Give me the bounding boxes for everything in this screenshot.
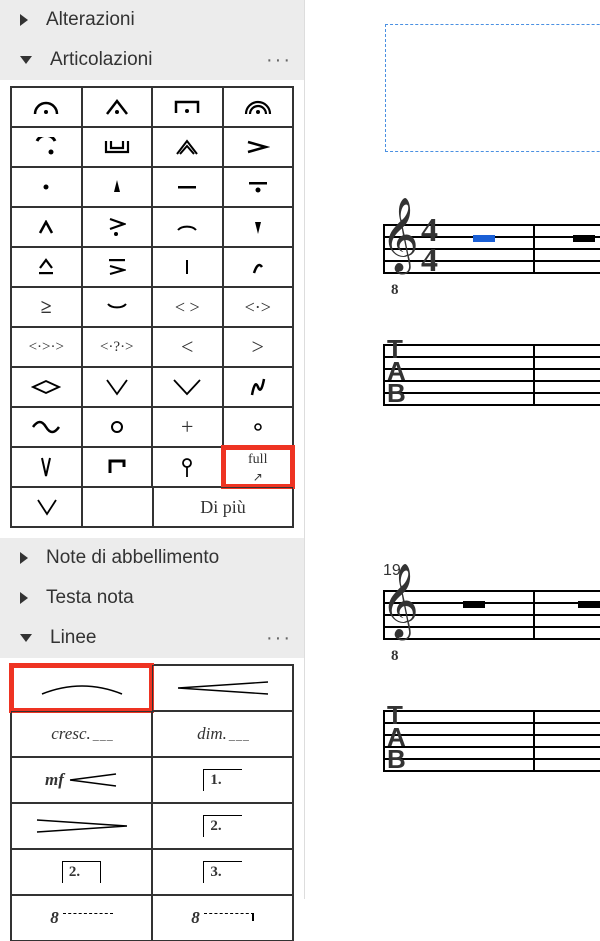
volta-3-icon[interactable]: 3. xyxy=(152,849,293,895)
sine-small-icon[interactable] xyxy=(223,367,294,407)
empty-cell xyxy=(82,487,153,527)
treble-clef-icon: 𝄞 xyxy=(381,564,419,638)
marcato-staccato-icon[interactable] xyxy=(82,207,153,247)
crescendo-hairpin-icon[interactable] xyxy=(152,665,293,711)
plus-icon[interactable]: + xyxy=(152,407,223,447)
bracket-shape-icon[interactable] xyxy=(82,447,153,487)
tenuto-icon[interactable] xyxy=(152,167,223,207)
diamond-angle-icon[interactable]: <·?·> xyxy=(82,327,153,367)
volta-1-icon[interactable]: 1. xyxy=(152,757,293,803)
chevron-down-icon xyxy=(20,634,32,642)
very-long-fermata-icon[interactable] xyxy=(223,87,294,127)
down-v-plain-icon[interactable] xyxy=(11,487,82,527)
soft-accent-icon[interactable] xyxy=(152,207,223,247)
whole-rest[interactable] xyxy=(573,235,595,242)
palette-sidebar: Alterazioni Articolazioni ··· xyxy=(0,0,305,899)
double-diamond-icon[interactable]: <·>·> xyxy=(11,327,82,367)
clef-octave-8: 8 xyxy=(391,648,399,665)
less-than-icon[interactable]: < xyxy=(152,327,223,367)
section-articolazioni[interactable]: Articolazioni ··· xyxy=(0,40,304,80)
down-v-icon[interactable] xyxy=(82,367,153,407)
section-title: Note di abbellimento xyxy=(46,547,296,569)
down-v-wide-icon[interactable] xyxy=(152,367,223,407)
score-canvas[interactable]: 𝄞 8 44 TAB 19 𝄞 8 xyxy=(305,0,600,899)
whole-rest-selected[interactable] xyxy=(473,235,495,242)
tab-clef: TAB xyxy=(387,704,406,770)
long-fermata-icon[interactable] xyxy=(152,87,223,127)
diamond-open-icon[interactable]: < > xyxy=(152,287,223,327)
staccato-icon[interactable] xyxy=(11,167,82,207)
portato-icon[interactable] xyxy=(223,167,294,207)
accent-icon[interactable] xyxy=(223,127,294,167)
section-note-abbellimento[interactable]: Note di abbellimento xyxy=(0,538,304,578)
ottava-8-down-icon[interactable]: 8 xyxy=(152,895,293,941)
circle-stem-icon[interactable] xyxy=(152,447,223,487)
chevron-right-icon xyxy=(20,592,28,604)
chevron-down-icon xyxy=(20,56,32,64)
selection-box xyxy=(385,24,600,152)
greater-than-icon[interactable]: > xyxy=(223,327,294,367)
staccatissimo-wedge-icon[interactable] xyxy=(82,167,153,207)
volta-2-icon[interactable]: 2. xyxy=(152,803,293,849)
articulations-palette: ≥ < > <·> <·>·> <·?·> < > + xyxy=(10,86,294,528)
cresc-text-icon[interactable]: cresc. xyxy=(11,711,152,757)
tab-staff[interactable]: TAB xyxy=(383,710,600,770)
short-fermata-icon[interactable] xyxy=(82,87,153,127)
section-title: Articolazioni xyxy=(50,49,266,71)
diamond-large-icon[interactable] xyxy=(11,367,82,407)
lines-palette: cresc. dim. mf 1. 2. 2. 3. 8 8 xyxy=(10,664,294,941)
section-title: Alterazioni xyxy=(46,9,296,31)
section-linee[interactable]: Linee ··· xyxy=(0,618,304,658)
marcato-tenuto-icon[interactable] xyxy=(11,247,82,287)
circle-small-icon[interactable] xyxy=(223,407,294,447)
slur-icon[interactable] xyxy=(11,665,152,711)
bend-full-icon[interactable]: full ↗ xyxy=(223,447,294,487)
treble-clef-icon: 𝄞 xyxy=(381,198,419,272)
fermata-below-icon[interactable] xyxy=(11,127,82,167)
marcato-icon[interactable] xyxy=(11,207,82,247)
section-title: Linee xyxy=(50,627,266,649)
ottava-8-icon[interactable]: 8 xyxy=(11,895,152,941)
smile-icon[interactable] xyxy=(82,287,153,327)
more-menu-icon[interactable]: ··· xyxy=(266,627,296,650)
sine-icon[interactable] xyxy=(11,407,82,447)
bend-arrow-icon: ↗ xyxy=(253,470,263,485)
decrescendo-hairpin-icon[interactable] xyxy=(11,803,152,849)
long-fermata-below-icon[interactable] xyxy=(82,127,153,167)
time-signature[interactable]: 44 xyxy=(421,216,438,276)
greater-equal-icon[interactable]: ≥ xyxy=(11,287,82,327)
section-alterazioni[interactable]: Alterazioni xyxy=(0,0,304,40)
dim-text-icon[interactable]: dim. xyxy=(152,711,293,757)
section-testa-nota[interactable]: Testa nota xyxy=(0,578,304,618)
staff-system-2: 19 𝄞 8 TAB xyxy=(383,590,600,770)
stress-icon[interactable] xyxy=(223,247,294,287)
treble-staff[interactable]: 𝄞 8 44 xyxy=(383,224,600,272)
whole-rest[interactable] xyxy=(578,601,600,608)
section-title: Testa nota xyxy=(46,587,296,609)
staccatissimo-stroke-icon[interactable] xyxy=(152,247,223,287)
chevron-right-icon xyxy=(20,552,28,564)
more-menu-icon[interactable]: ··· xyxy=(266,49,296,72)
treble-staff[interactable]: 𝄞 8 xyxy=(383,590,600,638)
down-stroke-icon[interactable] xyxy=(11,447,82,487)
staff-system-1: 𝄞 8 44 TAB xyxy=(383,224,600,404)
clef-octave-8: 8 xyxy=(391,282,399,299)
tenuto-accent-icon[interactable] xyxy=(82,247,153,287)
diamond-dot-icon[interactable]: <·> xyxy=(223,287,294,327)
chevron-right-icon xyxy=(20,14,28,26)
more-button[interactable]: Di più xyxy=(153,487,293,527)
tab-clef: TAB xyxy=(387,338,406,404)
tab-staff[interactable]: TAB xyxy=(383,344,600,404)
circle-open-icon[interactable] xyxy=(82,407,153,447)
double-chevron-icon[interactable] xyxy=(152,127,223,167)
mf-cresc-icon[interactable]: mf xyxy=(11,757,152,803)
volta-2-closed-icon[interactable]: 2. xyxy=(11,849,152,895)
fermata-icon[interactable] xyxy=(11,87,82,127)
staccatissimo-icon[interactable] xyxy=(223,207,294,247)
whole-rest[interactable] xyxy=(463,601,485,608)
